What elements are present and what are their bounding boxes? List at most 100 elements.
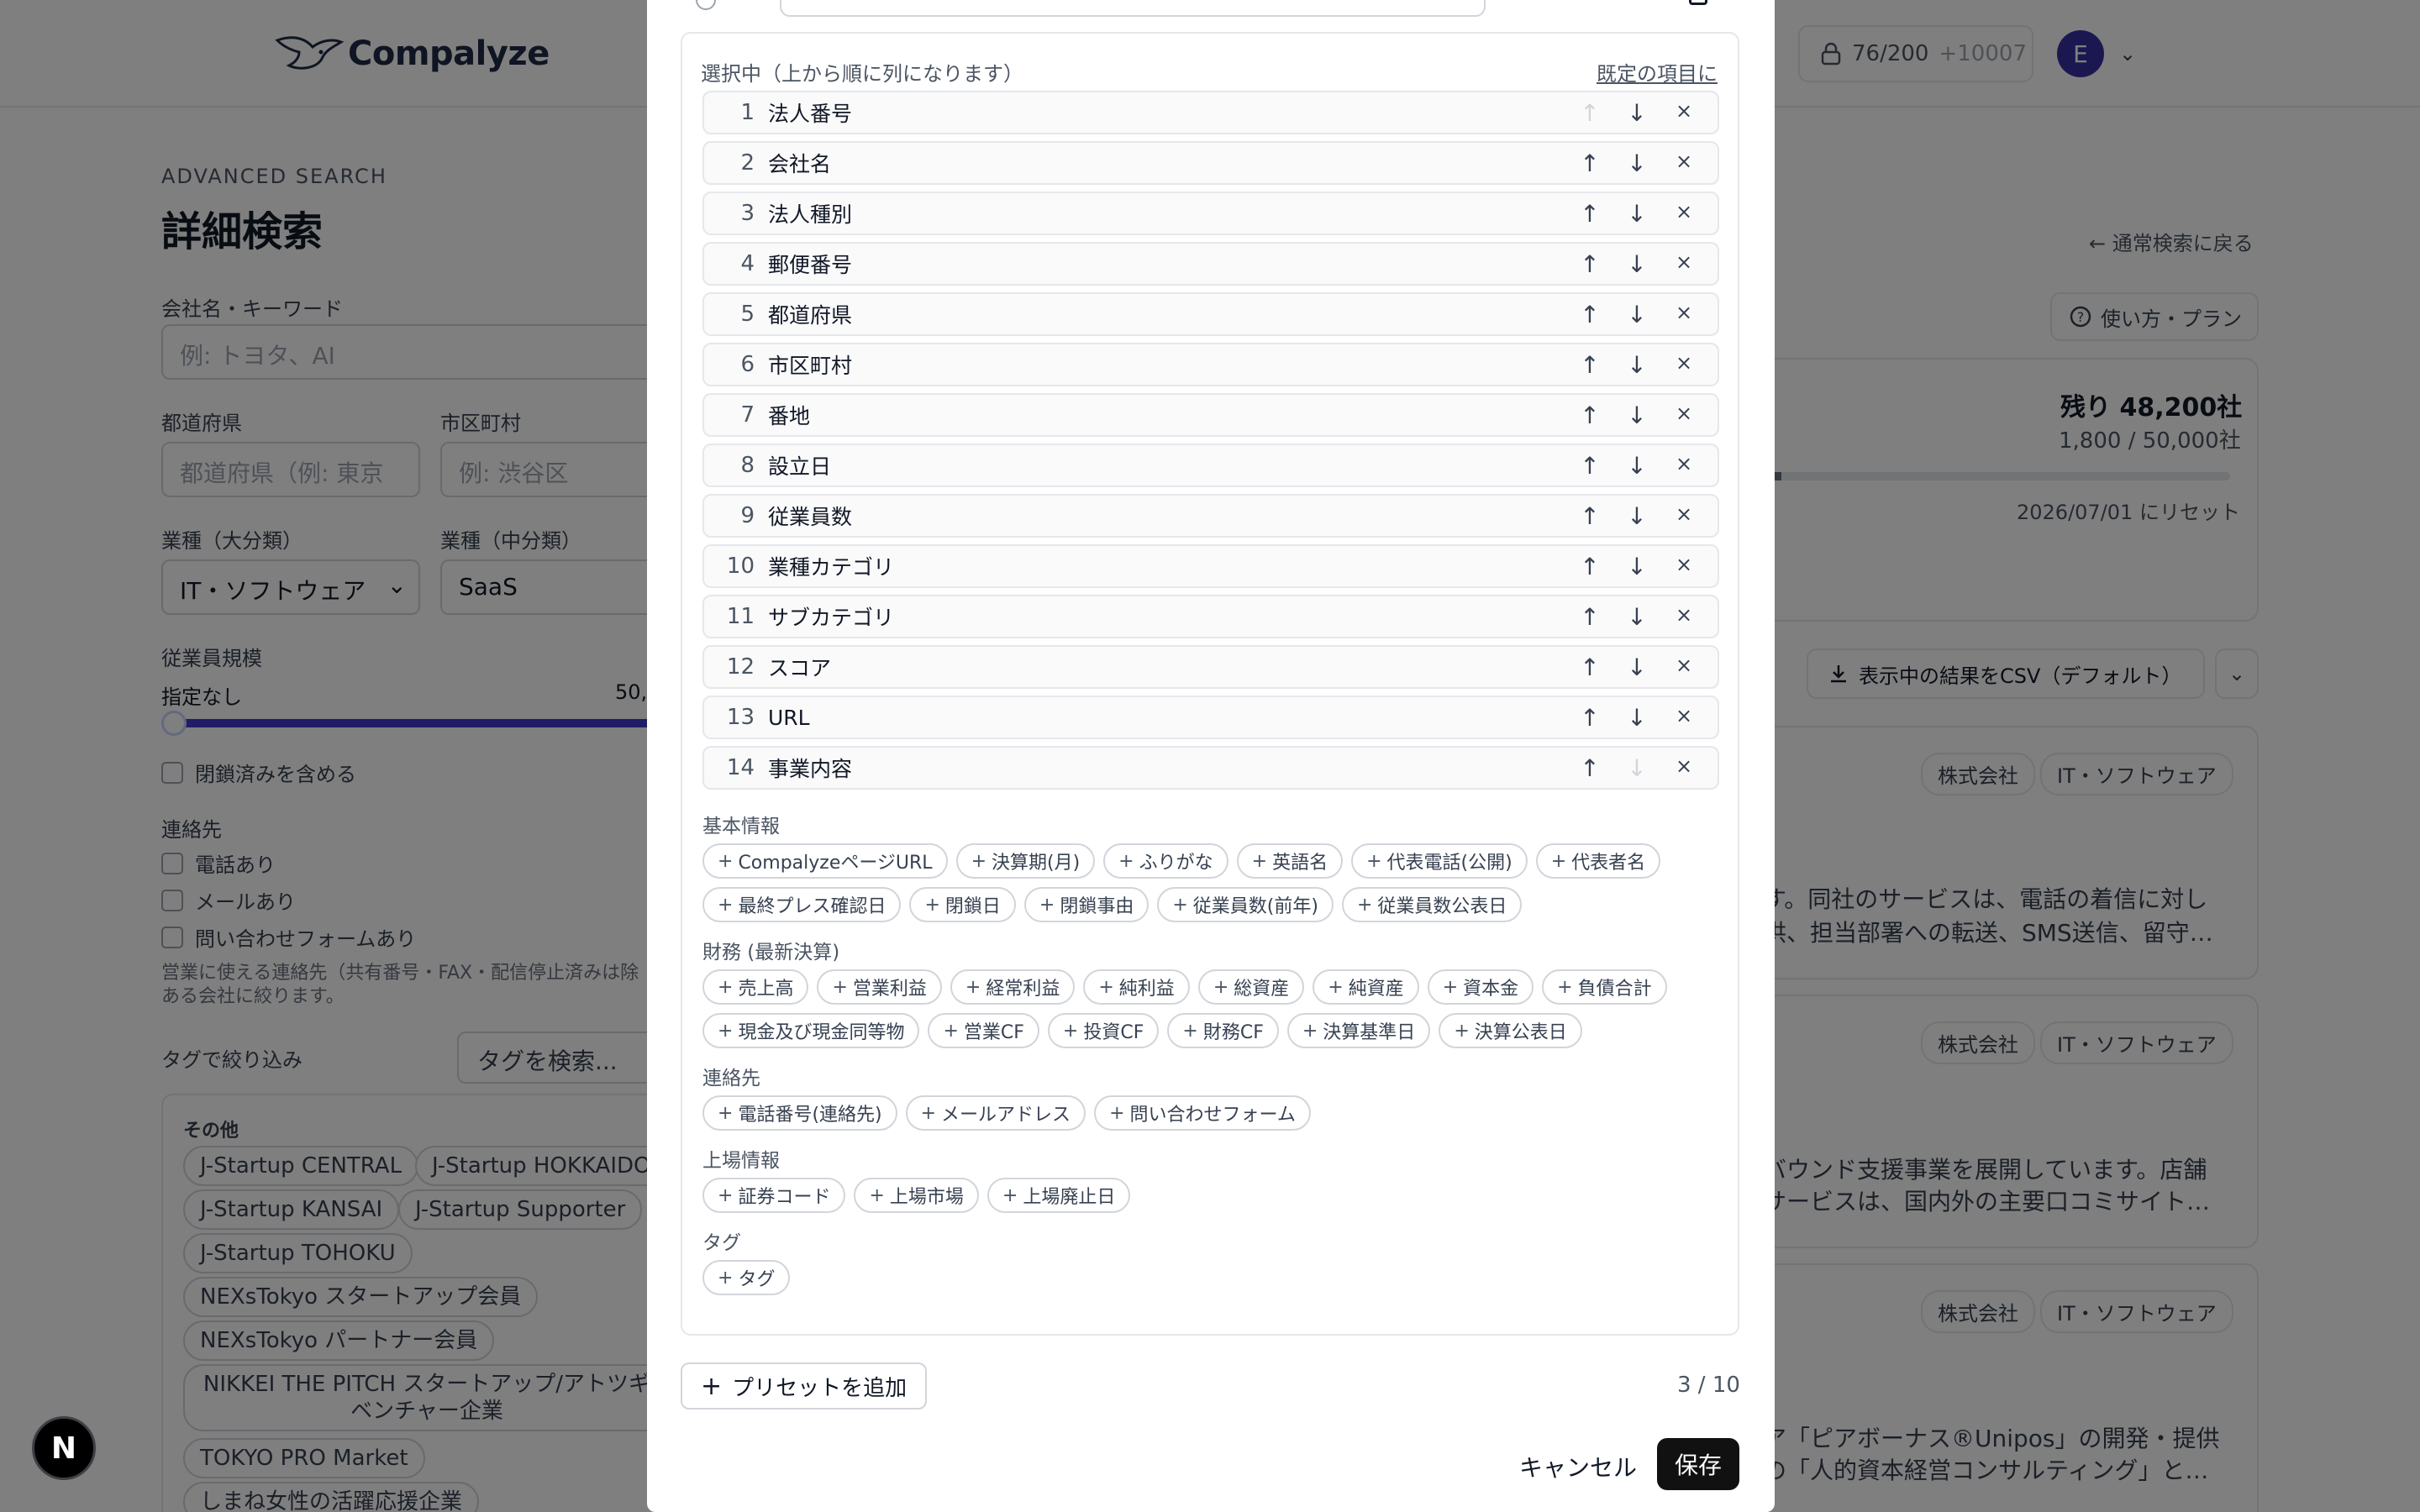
- move-down-icon[interactable]: ↓: [1613, 654, 1660, 681]
- add-column-chip[interactable]: + CompalyzeページURL: [702, 843, 948, 879]
- remove-icon[interactable]: ×: [1660, 150, 1707, 177]
- remove-icon[interactable]: ×: [1660, 704, 1707, 732]
- add-column-chip[interactable]: + 営業CF: [928, 1013, 1039, 1048]
- save-button[interactable]: 保存: [1657, 1438, 1739, 1490]
- cancel-button[interactable]: キャンセル: [1504, 1441, 1652, 1492]
- add-column-chip[interactable]: + 上場廃止日: [986, 1178, 1131, 1213]
- add-column-chip[interactable]: + 英語名: [1236, 843, 1344, 879]
- move-up-icon[interactable]: ↑: [1566, 351, 1613, 379]
- selected-column-row[interactable]: 14 事業内容 ↑ ↓ ×: [702, 746, 1719, 790]
- add-column-chip[interactable]: + タグ: [702, 1260, 791, 1295]
- move-down-icon[interactable]: ↓: [1613, 250, 1660, 278]
- remove-icon[interactable]: ×: [1660, 754, 1707, 782]
- remove-icon[interactable]: ×: [1660, 301, 1707, 328]
- add-column-chip[interactable]: + 投資CF: [1047, 1013, 1160, 1048]
- add-column-chip[interactable]: + 従業員数公表日: [1341, 887, 1523, 922]
- preset-name-input[interactable]: [780, 0, 1486, 17]
- remove-icon[interactable]: ×: [1660, 351, 1707, 379]
- add-column-chip[interactable]: + 経常利益: [950, 969, 1076, 1005]
- add-column-chip[interactable]: + 現金及び現金同等物: [702, 1013, 920, 1048]
- add-column-chip[interactable]: + 決算公表日: [1439, 1013, 1582, 1048]
- dev-tools-badge[interactable]: N: [32, 1416, 96, 1480]
- move-down-icon[interactable]: ↓: [1613, 502, 1660, 530]
- move-up-icon[interactable]: ↑: [1566, 553, 1613, 580]
- add-column-chip[interactable]: + 決算期(月): [955, 843, 1096, 879]
- add-column-chip[interactable]: + ふりがな: [1103, 843, 1228, 879]
- remove-icon[interactable]: ×: [1660, 502, 1707, 530]
- move-up-icon[interactable]: ↑: [1566, 754, 1613, 782]
- add-column-chip[interactable]: + 資本金: [1427, 969, 1534, 1005]
- move-up-icon[interactable]: ↑: [1566, 250, 1613, 278]
- add-column-chip[interactable]: + 最終プレス確認日: [702, 887, 902, 922]
- move-down-icon[interactable]: ↓: [1613, 200, 1660, 228]
- add-column-chip[interactable]: + 上場市場: [854, 1178, 979, 1213]
- delete-preset-icon[interactable]: [1689, 0, 1707, 5]
- selected-column-row[interactable]: 4 郵便番号 ↑ ↓ ×: [702, 242, 1719, 286]
- add-column-chip[interactable]: + 決算基準日: [1286, 1013, 1431, 1048]
- add-column-chip[interactable]: + 純利益: [1083, 969, 1190, 1005]
- remove-icon[interactable]: ×: [1660, 553, 1707, 580]
- plus-icon: +: [1550, 850, 1567, 872]
- move-up-icon[interactable]: ↑: [1566, 452, 1613, 480]
- reset-default-link[interactable]: 既定の項目に: [1597, 57, 1718, 87]
- add-column-chip[interactable]: + メールアドレス: [905, 1095, 1086, 1131]
- add-column-chip[interactable]: + 負債合計: [1542, 969, 1667, 1005]
- move-down-icon[interactable]: ↓: [1613, 603, 1660, 631]
- move-down-icon[interactable]: ↓: [1613, 301, 1660, 328]
- move-down-icon[interactable]: ↓: [1613, 553, 1660, 580]
- add-column-chip[interactable]: + 証券コード: [702, 1178, 846, 1213]
- selected-column-row[interactable]: 11 サブカテゴリ ↑ ↓ ×: [702, 595, 1719, 638]
- remove-icon[interactable]: ×: [1660, 654, 1707, 681]
- selected-column-row[interactable]: 5 都道府県 ↑ ↓ ×: [702, 292, 1719, 336]
- add-preset-button[interactable]: + プリセットを追加: [681, 1362, 928, 1410]
- row-controls: ↑ ↓ ×: [1566, 351, 1707, 379]
- move-up-icon[interactable]: ↑: [1566, 200, 1613, 228]
- add-column-chip[interactable]: + 売上高: [702, 969, 809, 1005]
- column-chip-label: 電話番号(連絡先): [738, 1105, 882, 1126]
- selected-column-row[interactable]: 2 会社名 ↑ ↓ ×: [702, 141, 1719, 185]
- selected-column-row[interactable]: 1 法人番号 ↑ ↓ ×: [702, 91, 1719, 134]
- add-column-chip[interactable]: + 問い合わせフォーム: [1094, 1095, 1311, 1131]
- preset-radio[interactable]: [696, 0, 716, 10]
- move-up-icon[interactable]: ↑: [1566, 704, 1613, 732]
- remove-icon[interactable]: ×: [1660, 402, 1707, 429]
- add-column-chip[interactable]: + 代表者名: [1535, 843, 1661, 879]
- move-down-icon[interactable]: ↓: [1613, 452, 1660, 480]
- add-column-chip[interactable]: + 財務CF: [1167, 1013, 1279, 1048]
- plus-icon: +: [1172, 894, 1188, 916]
- move-down-icon[interactable]: ↓: [1613, 150, 1660, 177]
- move-up-icon[interactable]: ↑: [1566, 654, 1613, 681]
- selected-column-row[interactable]: 9 従業員数 ↑ ↓ ×: [702, 494, 1719, 538]
- plus-icon: +: [1366, 850, 1382, 872]
- add-column-chip[interactable]: + 営業利益: [817, 969, 942, 1005]
- move-up-icon[interactable]: ↑: [1566, 402, 1613, 429]
- add-column-chip[interactable]: + 純資産: [1313, 969, 1419, 1005]
- add-column-chip[interactable]: + 電話番号(連絡先): [702, 1095, 897, 1131]
- add-column-chip[interactable]: + 閉鎖日: [909, 887, 1016, 922]
- selected-column-row[interactable]: 13 URL ↑ ↓ ×: [702, 696, 1719, 739]
- remove-icon[interactable]: ×: [1660, 250, 1707, 278]
- remove-icon[interactable]: ×: [1660, 99, 1707, 127]
- selected-columns-list: 1 法人番号 ↑ ↓ × 2 会社名 ↑ ↓ × 3 法人種別 ↑ ↓ × 4 郵便番号 ↑ ↓ × 5 都道府県 ↑ ↓ × 6…: [702, 91, 1719, 796]
- remove-icon[interactable]: ×: [1660, 603, 1707, 631]
- add-column-chip[interactable]: + 総資産: [1197, 969, 1305, 1005]
- move-up-icon[interactable]: ↑: [1566, 603, 1613, 631]
- move-down-icon[interactable]: ↓: [1613, 704, 1660, 732]
- selected-column-row[interactable]: 10 業種カテゴリ ↑ ↓ ×: [702, 544, 1719, 588]
- selected-column-row[interactable]: 12 スコア ↑ ↓ ×: [702, 645, 1719, 689]
- move-down-icon[interactable]: ↓: [1613, 99, 1660, 127]
- add-column-chip[interactable]: + 閉鎖事由: [1023, 887, 1150, 922]
- selected-column-row[interactable]: 6 市区町村 ↑ ↓ ×: [702, 343, 1719, 386]
- move-up-icon[interactable]: ↑: [1566, 150, 1613, 177]
- remove-icon[interactable]: ×: [1660, 452, 1707, 480]
- selected-column-row[interactable]: 8 設立日 ↑ ↓ ×: [702, 444, 1719, 487]
- selected-column-row[interactable]: 3 法人種別 ↑ ↓ ×: [702, 192, 1719, 235]
- move-up-icon[interactable]: ↑: [1566, 301, 1613, 328]
- move-up-icon[interactable]: ↑: [1566, 502, 1613, 530]
- add-column-chip[interactable]: + 代表電話(公開): [1351, 843, 1528, 879]
- move-down-icon[interactable]: ↓: [1613, 351, 1660, 379]
- selected-column-row[interactable]: 7 番地 ↑ ↓ ×: [702, 393, 1719, 437]
- add-column-chip[interactable]: + 従業員数(前年): [1157, 887, 1334, 922]
- remove-icon[interactable]: ×: [1660, 200, 1707, 228]
- move-down-icon[interactable]: ↓: [1613, 402, 1660, 429]
